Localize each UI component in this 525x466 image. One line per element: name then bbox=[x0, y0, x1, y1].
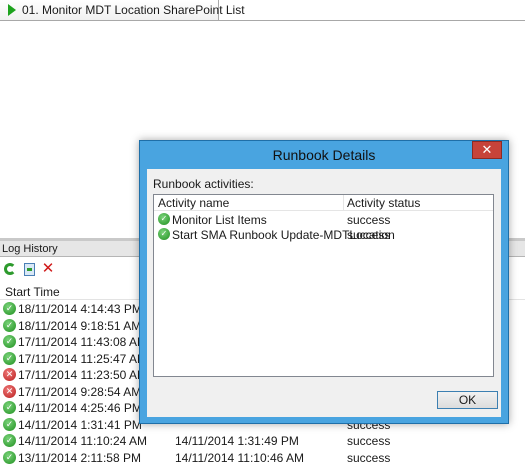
activity-row[interactable]: ✓ Monitor List Items success bbox=[154, 212, 493, 227]
log-row[interactable]: ✓ 13/11/2014 2:11:58 PM 14/11/2014 11:10:4… bbox=[0, 450, 525, 466]
check-circle-icon: ✓ bbox=[3, 401, 16, 414]
runbook-activities-label: Runbook activities: bbox=[153, 177, 254, 191]
status-cell: success bbox=[347, 434, 391, 448]
runbook-details-dialog: Runbook Details ✕ Runbook activities: Ac… bbox=[139, 140, 509, 424]
close-button[interactable]: ✕ bbox=[472, 141, 502, 159]
column-header-activity-name[interactable]: Activity name bbox=[158, 196, 229, 210]
x-circle-icon: ✕ bbox=[3, 368, 16, 381]
activity-name: Monitor List Items bbox=[172, 213, 267, 227]
refresh-icon bbox=[4, 263, 16, 275]
check-circle-icon: ✓ bbox=[3, 450, 16, 464]
start-time-cell: 13/11/2014 2:11:58 PM bbox=[18, 450, 141, 465]
column-divider bbox=[343, 195, 344, 210]
check-circle-icon: ✓ bbox=[3, 302, 16, 315]
activity-status: success bbox=[347, 228, 391, 242]
runbook-tab[interactable]: 01. Monitor MDT Location SharePoint List bbox=[0, 0, 245, 21]
export-icon bbox=[23, 262, 35, 276]
start-time-cell: 17/11/2014 11:43:08 AM bbox=[18, 335, 147, 349]
check-circle-icon: ✓ bbox=[158, 228, 170, 240]
start-time-cell: 14/11/2014 11:10:24 AM bbox=[18, 434, 147, 448]
check-circle-icon: ✓ bbox=[3, 351, 16, 365]
tab-divider bbox=[219, 20, 525, 21]
play-icon bbox=[8, 4, 16, 16]
log-toolbar: ✕ bbox=[0, 260, 56, 278]
start-time-cell: 17/11/2014 9:28:54 AM bbox=[18, 384, 142, 399]
start-time-cell: 18/11/2014 9:18:51 AM bbox=[18, 318, 142, 333]
end-time-cell: 14/11/2014 1:31:49 PM bbox=[175, 434, 299, 448]
activity-row[interactable]: ✓ Start SMA Runbook Update-MDTLocation suc… bbox=[154, 227, 493, 242]
start-time-cell: 18/11/2014 4:14:43 PM bbox=[18, 302, 142, 316]
export-button[interactable] bbox=[21, 261, 37, 277]
activities-list-header: Activity name Activity status bbox=[154, 195, 493, 211]
dialog-body: Runbook activities: Activity name Activi… bbox=[147, 169, 501, 417]
dialog-title: Runbook Details bbox=[272, 147, 376, 163]
end-time-cell: 14/11/2014 11:10:46 AM bbox=[175, 450, 304, 465]
check-circle-icon: ✓ bbox=[3, 434, 16, 447]
column-header-activity-status[interactable]: Activity status bbox=[347, 196, 420, 210]
start-time-cell: 17/11/2014 11:25:47 AM bbox=[18, 351, 147, 366]
start-time-cell: 14/11/2014 1:31:41 PM bbox=[18, 417, 142, 432]
check-circle-icon: ✓ bbox=[3, 417, 16, 431]
check-circle-icon: ✓ bbox=[3, 318, 16, 332]
check-circle-icon: ✓ bbox=[158, 213, 170, 225]
start-time-cell: 14/11/2014 4:25:46 PM bbox=[18, 401, 142, 415]
refresh-button[interactable] bbox=[2, 261, 18, 277]
activities-list[interactable]: Activity name Activity status ✓ Monitor L… bbox=[153, 194, 494, 377]
delete-icon: ✕ bbox=[41, 260, 55, 277]
status-cell: success bbox=[347, 450, 391, 465]
activity-status: success bbox=[347, 213, 391, 227]
start-time-cell: 17/11/2014 11:23:50 AM bbox=[18, 368, 147, 382]
x-circle-icon: ✕ bbox=[3, 384, 16, 398]
delete-button[interactable]: ✕ bbox=[40, 261, 56, 277]
runbook-tab-label: 01. Monitor MDT Location SharePoint List bbox=[22, 3, 245, 17]
check-circle-icon: ✓ bbox=[3, 335, 16, 348]
ok-button[interactable]: OK bbox=[437, 391, 498, 409]
log-row[interactable]: ✓ 14/11/2014 11:10:24 AM 14/11/2014 1:31:4… bbox=[0, 433, 525, 450]
